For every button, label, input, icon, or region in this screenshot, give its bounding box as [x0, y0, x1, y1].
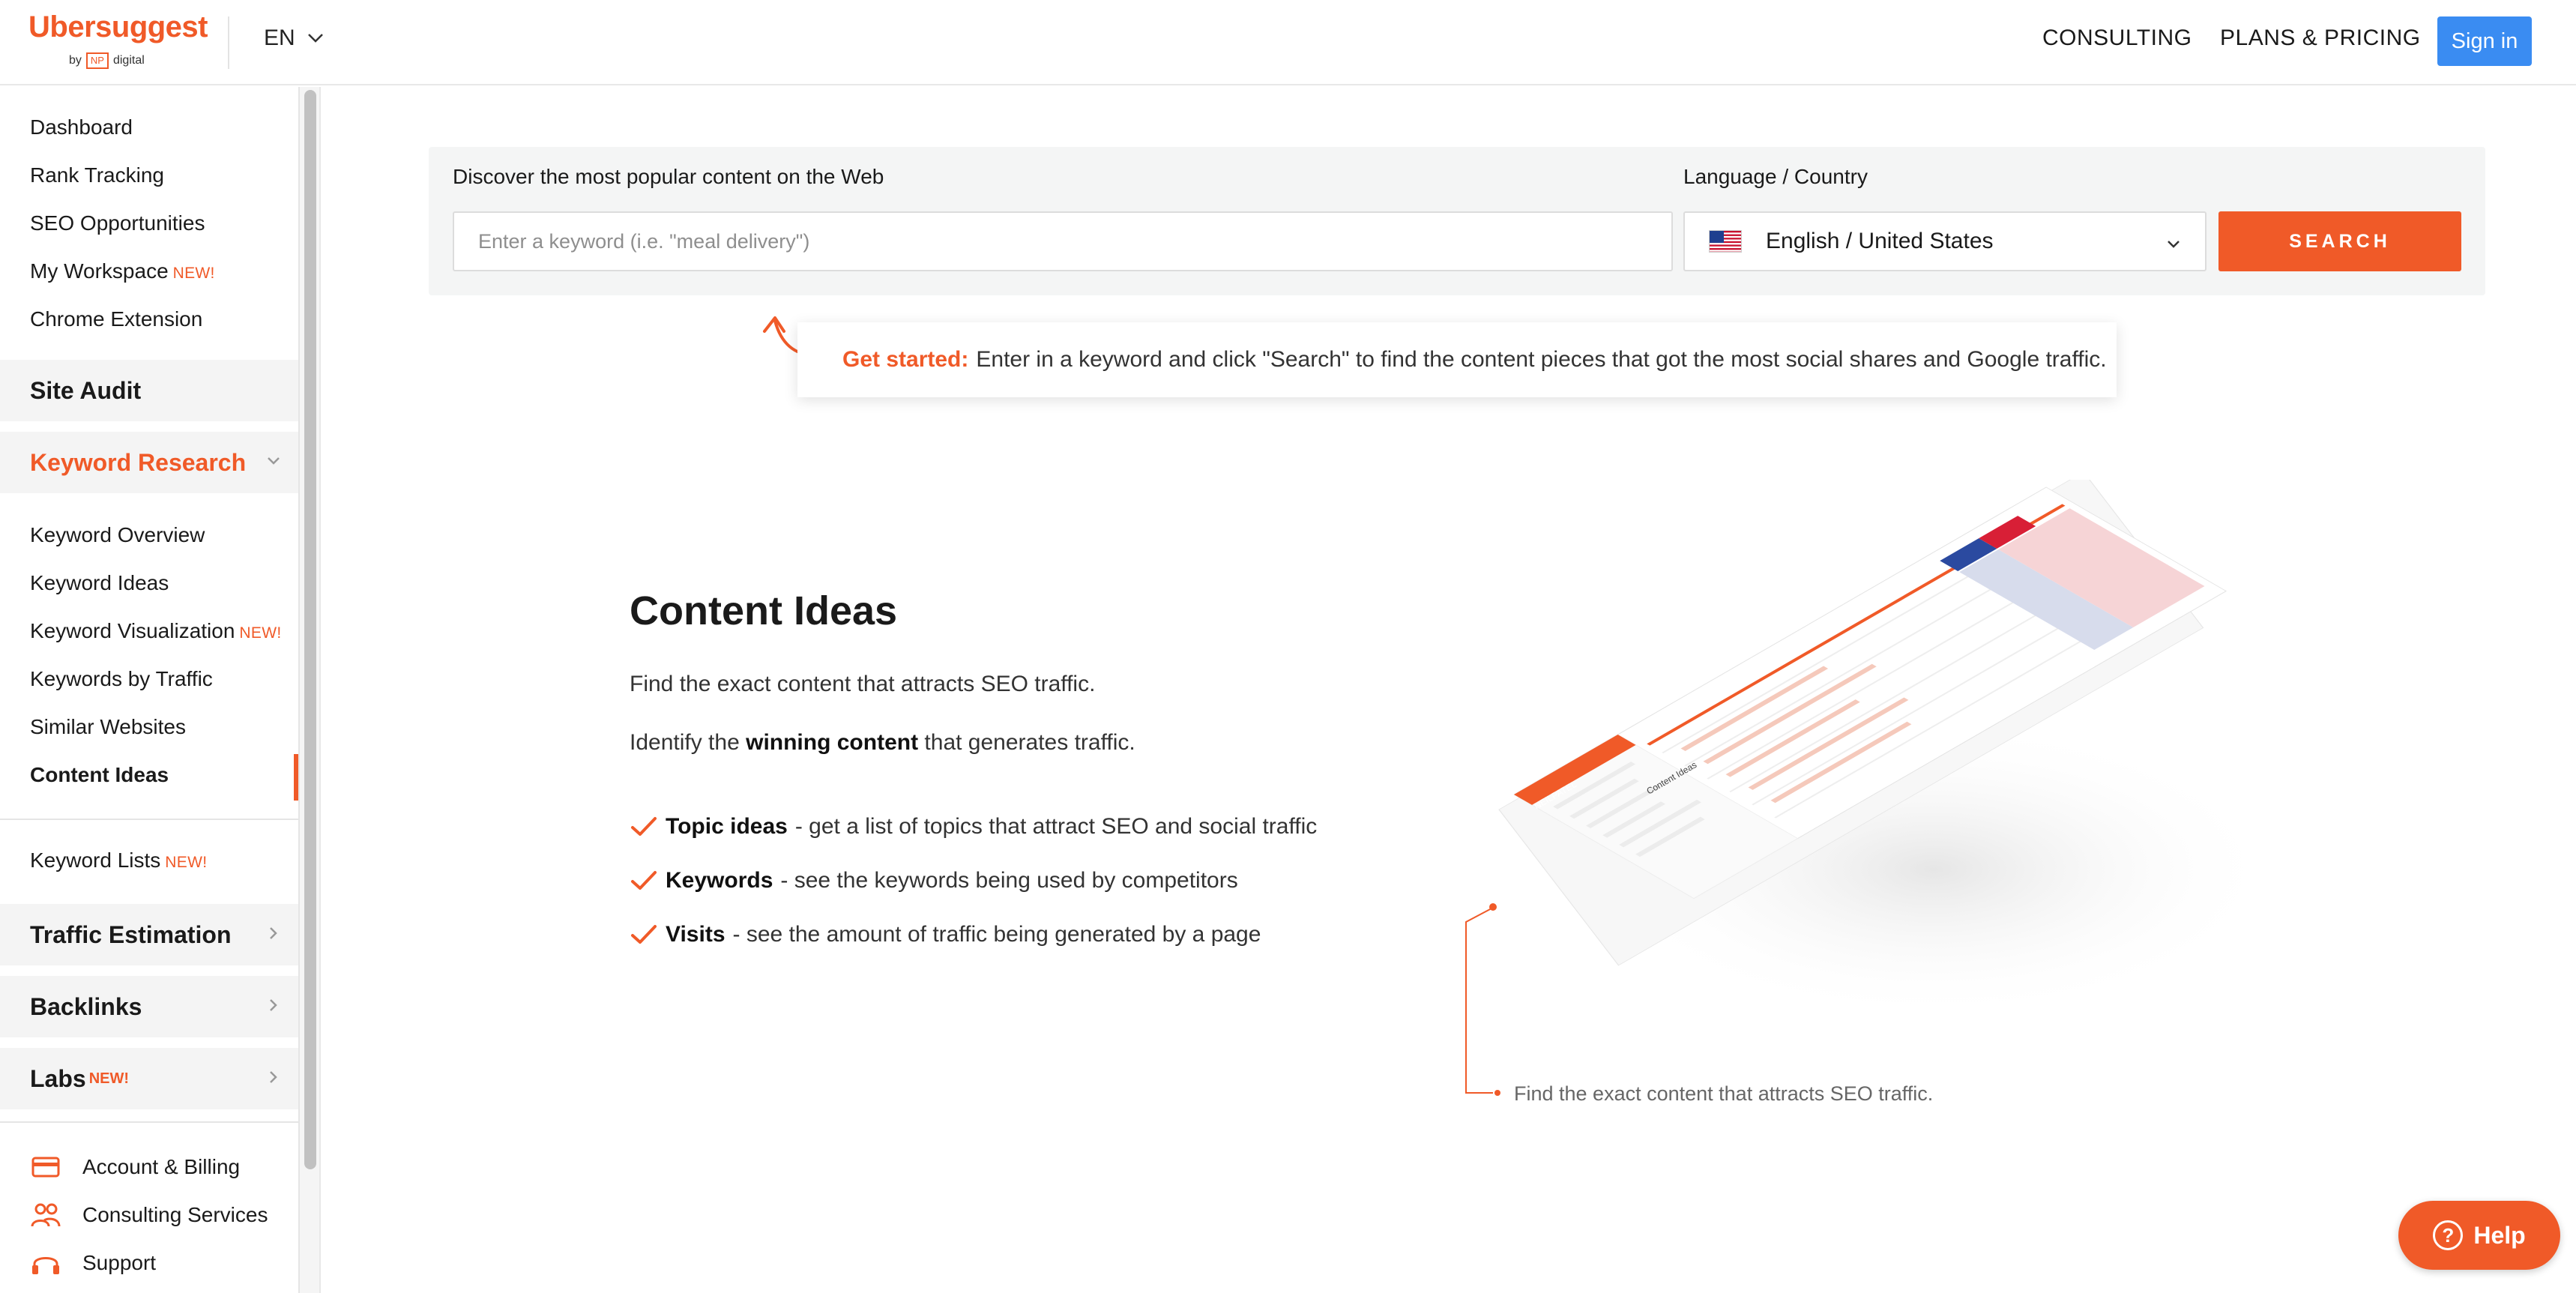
sidebar-item-chrome-extension[interactable]: Chrome Extension — [30, 307, 202, 331]
sidebar-divider — [0, 1121, 298, 1123]
sidebar-section-keyword-research[interactable]: Keyword Research — [0, 432, 298, 493]
feature-text: - see the keywords being used by competi… — [780, 868, 1238, 893]
chevron-right-icon — [270, 927, 277, 939]
language-selector[interactable]: EN — [264, 25, 324, 51]
keyword-label: Discover the most popular content on the… — [453, 165, 884, 188]
feature-name: Visits — [666, 922, 726, 947]
ubersuggest-logo[interactable]: Ubersuggest by NP digital — [28, 10, 208, 70]
language-label: EN — [264, 25, 295, 50]
help-button[interactable]: ? Help — [2398, 1201, 2560, 1270]
content-ideas-illustration: NEILPATEL Content Ideas — [1498, 480, 2278, 1019]
new-badge: NEW! — [88, 1070, 130, 1087]
sidebar-item-seo-opportunities[interactable]: SEO Opportunities — [30, 211, 205, 235]
new-badge: NEW! — [239, 624, 282, 642]
sidebar-item-similar-websites[interactable]: Similar Websites — [30, 715, 186, 739]
nav-plans-pricing[interactable]: PLANS & PRICING — [2220, 25, 2421, 51]
credit-card-icon — [31, 1157, 60, 1178]
logo-digital-text: digital — [112, 54, 145, 67]
tip-heading: Get started: — [842, 347, 969, 372]
search-button[interactable]: SEARCH — [2218, 211, 2461, 271]
sidebar-item-rank-tracking[interactable]: Rank Tracking — [30, 163, 164, 187]
logo-by-text: by — [69, 54, 82, 67]
sidebar-item-keyword-ideas[interactable]: Keyword Ideas — [30, 571, 169, 595]
new-badge: NEW! — [172, 265, 215, 282]
sidebar-section-traffic-estimation[interactable]: Traffic Estimation — [0, 904, 298, 965]
help-label: Help — [2473, 1221, 2526, 1249]
language-country-label: Language / Country — [1683, 165, 1868, 188]
sidebar-item-account-billing[interactable]: Account & Billing — [30, 1151, 240, 1183]
sidebar-section-labs[interactable]: Labs NEW! — [0, 1048, 298, 1109]
people-icon — [31, 1203, 61, 1227]
desc-bold: winning content — [746, 730, 919, 755]
sign-in-button[interactable]: Sign in — [2437, 16, 2532, 66]
keyword-input[interactable] — [453, 211, 1673, 271]
sidebar-item-keyword-lists[interactable]: Keyword Lists NEW! — [30, 849, 207, 872]
sidebar-item-dashboard[interactable]: Dashboard — [30, 115, 133, 139]
chevron-right-icon — [270, 999, 277, 1011]
tip-text: Enter in a keyword and click "Search" to… — [976, 347, 2107, 372]
feature-name: Keywords — [666, 868, 773, 893]
footer-item-label: Support — [82, 1251, 157, 1274]
logo-wordmark: Ubersuggest — [28, 10, 208, 43]
section-label: Labs — [30, 1064, 86, 1092]
sidebar-scrollbar[interactable] — [304, 90, 316, 1169]
section-label: Keyword Research — [30, 448, 247, 476]
feature-keywords: Keywords - see the keywords being used b… — [630, 868, 1238, 893]
new-badge: NEW! — [165, 854, 208, 871]
sidebar-item-keyword-overview[interactable]: Keyword Overview — [30, 523, 205, 547]
us-flag-icon — [1709, 230, 1742, 253]
active-indicator — [294, 754, 298, 801]
sidebar-item-content-ideas[interactable]: Content Ideas — [30, 763, 169, 787]
sidebar-section-backlinks[interactable]: Backlinks — [0, 976, 298, 1037]
sidebar-item-keywords-by-traffic[interactable]: Keywords by Traffic — [30, 667, 213, 691]
desc-pre: Identify the — [630, 730, 740, 755]
chevron-down-icon — [307, 34, 323, 43]
section-label: Site Audit — [30, 376, 142, 404]
np-badge: NP — [85, 52, 109, 69]
illustration-caption: Find the exact content that attracts SEO… — [1514, 1082, 1934, 1105]
logo-byline: by NP digital — [69, 52, 145, 69]
question-icon: ? — [2433, 1220, 2464, 1250]
content-description: Find the exact content that attracts SEO… — [630, 672, 1096, 696]
sidebar-item-my-workspace[interactable]: My Workspace NEW! — [30, 259, 215, 283]
sidebar-item-consulting-services[interactable]: Consulting Services — [30, 1199, 268, 1231]
sidebar-section-site-audit[interactable]: Site Audit — [0, 360, 298, 421]
check-icon — [631, 817, 657, 836]
top-header: Ubersuggest by NP digital EN CONSULTING … — [0, 0, 2576, 85]
section-label: Traffic Estimation — [30, 920, 232, 948]
content-ideas-title: Content Ideas — [630, 588, 898, 633]
feature-topic-ideas: Topic ideas - get a list of topics that … — [630, 814, 1317, 840]
search-panel: Discover the most popular content on the… — [429, 147, 2485, 295]
footer-item-label: Consulting Services — [82, 1203, 268, 1226]
desc-post: that generates traffic. — [924, 730, 1135, 755]
footer-item-label: Account & Billing — [82, 1155, 241, 1178]
feature-text: - get a list of topics that attract SEO … — [794, 814, 1318, 839]
sidebar-item-support[interactable]: Support — [30, 1247, 156, 1279]
sidebar-item-label: My Workspace — [30, 259, 169, 283]
check-icon — [631, 925, 657, 944]
headset-icon — [32, 1257, 59, 1274]
feature-name: Topic ideas — [666, 814, 788, 839]
language-country-value: English / United States — [1766, 229, 1994, 253]
feature-visits: Visits - see the amount of traffic being… — [630, 922, 1261, 947]
sidebar-item-label: Keyword Lists — [30, 849, 161, 872]
caption-connector — [1465, 903, 1500, 1096]
feature-text: - see the amount of traffic being genera… — [732, 922, 1261, 947]
language-country-select[interactable]: English / United States — [1683, 211, 2207, 271]
chevron-down-icon — [2168, 241, 2180, 248]
chevron-down-icon — [268, 457, 280, 465]
sidebar-divider — [0, 819, 298, 820]
header-divider — [228, 16, 229, 69]
content-description-2: Identify the winning content that genera… — [630, 730, 1135, 756]
get-started-tip: Get started: Enter in a keyword and clic… — [797, 322, 2117, 397]
nav-consulting[interactable]: CONSULTING — [2042, 25, 2192, 51]
sidebar-item-keyword-visualization[interactable]: Keyword Visualization NEW! — [30, 619, 281, 643]
section-label: Backlinks — [30, 992, 142, 1020]
sidebar-item-label: Keyword Visualization — [30, 619, 235, 642]
check-icon — [631, 871, 657, 890]
chevron-right-icon — [270, 1071, 277, 1083]
sidebar: Dashboard Rank Tracking SEO Opportunitie… — [0, 87, 300, 1293]
